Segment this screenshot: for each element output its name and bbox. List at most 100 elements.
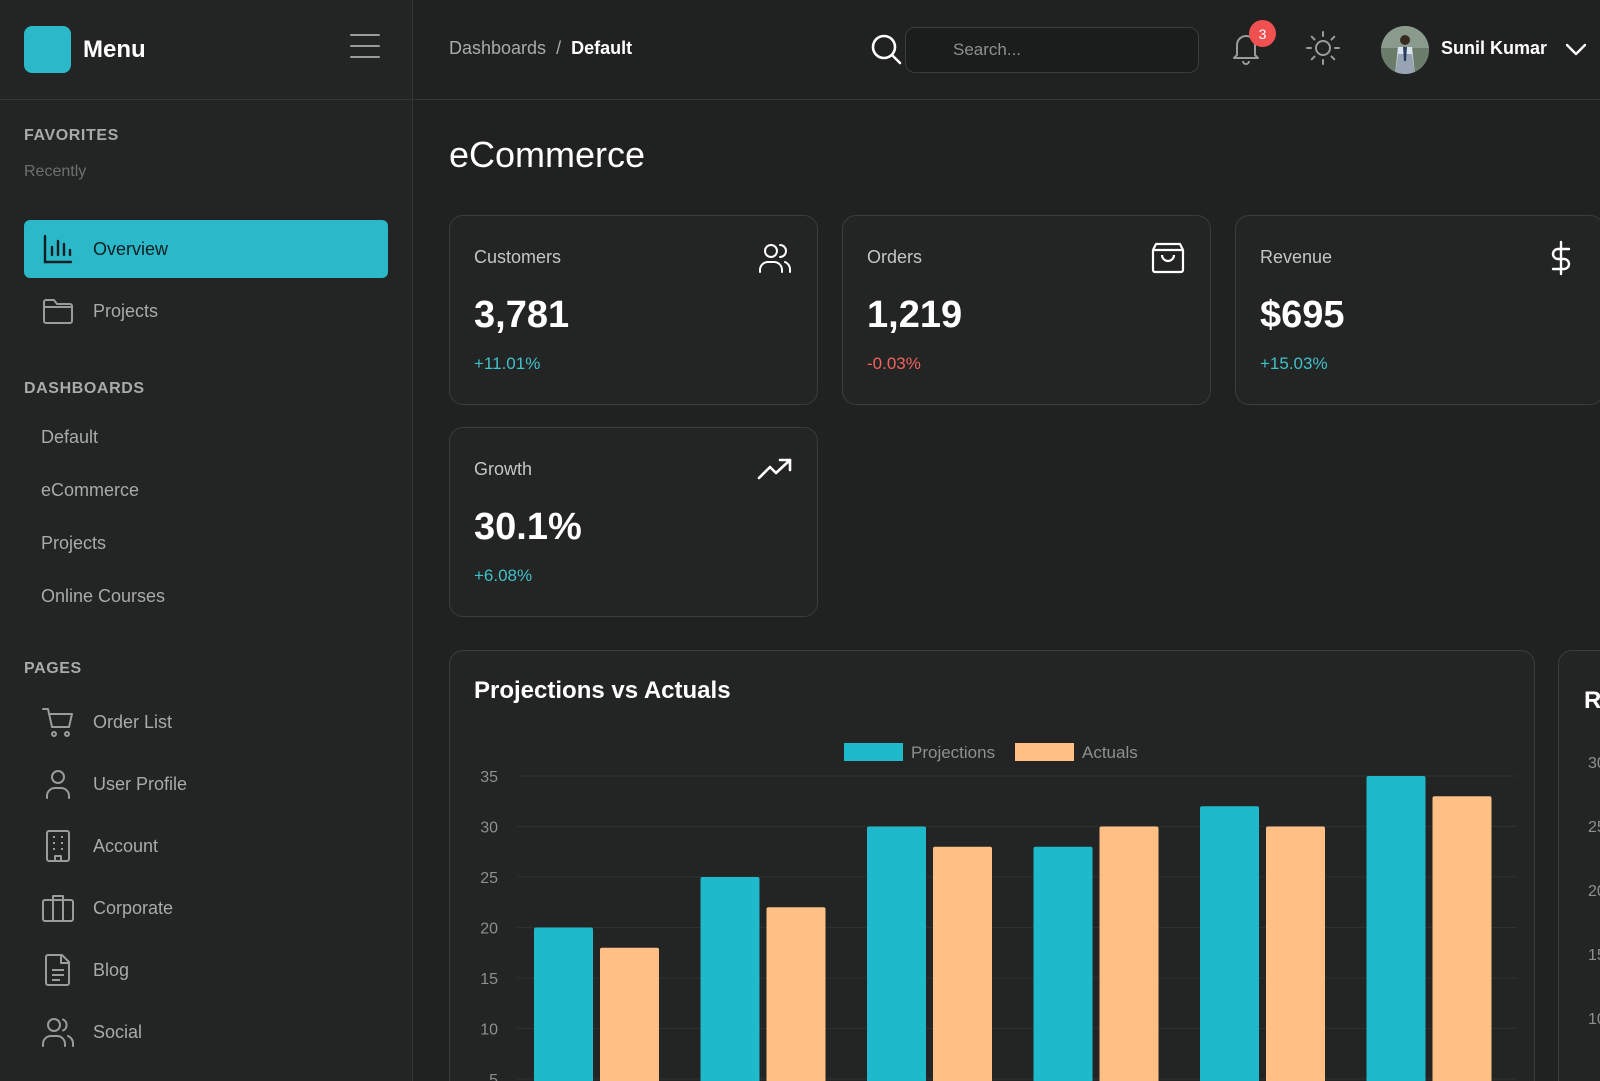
bar-actuals: [600, 947, 659, 1081]
sidebar-item-label: Overview: [93, 238, 169, 259]
sidebar-item-corporate[interactable]: Corporate: [24, 879, 388, 937]
sidebar-item-account[interactable]: Account: [24, 817, 388, 875]
dashboard-link-projects[interactable]: Projects: [41, 533, 106, 554]
y-tick-label: 20: [480, 921, 498, 938]
stat-card-revenue[interactable]: Revenue $695 +15.03%: [1235, 215, 1600, 405]
dashboard-link-default[interactable]: Default: [41, 427, 98, 448]
top-bar: Dashboards / Default 3 Sunil Kumar: [413, 0, 1600, 100]
notification-badge: 3: [1249, 20, 1276, 47]
sidebar-item-user-profile[interactable]: User Profile: [24, 755, 388, 813]
sidebar-item-overview[interactable]: Overview: [24, 220, 388, 278]
stat-card-growth[interactable]: Growth 30.1% +6.08%: [449, 427, 818, 617]
side-chart-tick: 10: [1588, 1011, 1600, 1028]
legend-label-actuals: Actuals: [1082, 743, 1138, 762]
stat-change: +11.01%: [474, 354, 541, 373]
side-chart-tick: 15: [1588, 947, 1600, 964]
stat-change: +15.03%: [1260, 354, 1328, 373]
y-tick-label: 35: [480, 769, 498, 786]
side-chart-tick: 30: [1588, 755, 1600, 772]
y-tick-label: 5: [489, 1072, 498, 1081]
bar-projections: [1200, 806, 1259, 1081]
app-logo[interactable]: [24, 26, 71, 73]
stat-label: Growth: [474, 459, 533, 479]
bar-projections: [1366, 776, 1426, 1081]
legend-swatch-actuals: [1015, 743, 1074, 761]
sidebar-header: Menu: [0, 0, 412, 100]
stat-value: 3,781: [474, 294, 570, 336]
recently-label[interactable]: Recently: [24, 163, 86, 181]
sidebar: Menu FAVORITES Recently Overview Project…: [0, 0, 413, 1081]
bar-actuals: [933, 846, 992, 1081]
y-tick-label: 10: [480, 1022, 498, 1039]
folder-icon: [41, 294, 75, 328]
user-icon: [41, 767, 75, 801]
bar-actuals: [1432, 796, 1492, 1081]
bar-actuals: [766, 907, 826, 1081]
projections-vs-actuals-chart: 35 30 25 20 15 10 5 Projections Actuals: [480, 743, 1516, 1081]
side-chart-card: R 30 25 20 15 10: [1558, 650, 1600, 1081]
sidebar-item-label: Account: [93, 835, 159, 856]
sidebar-item-label: User Profile: [93, 773, 188, 794]
bar-projections: [867, 826, 926, 1081]
stat-value: 1,219: [867, 294, 963, 336]
users-icon: [759, 244, 791, 273]
stat-value: $695: [1260, 294, 1345, 336]
menu-title: Menu: [83, 35, 146, 63]
sidebar-item-projects[interactable]: Projects: [24, 282, 388, 340]
y-tick-label: 30: [480, 820, 498, 837]
pages-label: PAGES: [24, 660, 82, 677]
breadcrumb-current: Default: [571, 38, 633, 58]
building-icon: [41, 829, 75, 863]
dashboard-link-ecommerce[interactable]: eCommerce: [41, 480, 139, 501]
users-icon: [41, 1015, 75, 1049]
sidebar-item-social[interactable]: Social: [24, 1003, 388, 1061]
dollar-icon: [1551, 240, 1571, 276]
search-icon[interactable]: [869, 32, 903, 66]
briefcase-icon: [41, 891, 75, 925]
stat-label: Revenue: [1260, 247, 1333, 267]
shopping-bag-icon: [1151, 242, 1185, 274]
legend-label-projections: Projections: [911, 743, 995, 762]
stat-card-customers[interactable]: Customers 3,781 +11.01%: [449, 215, 818, 405]
legend-swatch-projections: [844, 743, 903, 761]
document-icon: [41, 953, 75, 987]
dashboard-link-online-courses[interactable]: Online Courses: [41, 586, 165, 607]
stat-label: Orders: [867, 247, 923, 267]
chevron-down-icon[interactable]: [1563, 38, 1589, 60]
avatar[interactable]: [1381, 26, 1429, 74]
dashboards-label: DASHBOARDS: [24, 380, 145, 397]
bar-chart-icon: [41, 232, 75, 266]
sidebar-item-label: Projects: [93, 300, 159, 321]
stat-change: +6.08%: [474, 566, 533, 585]
bar-projections: [534, 927, 593, 1081]
stat-change: -0.03%: [867, 354, 921, 373]
side-chart-tick: 20: [1588, 883, 1600, 900]
trending-up-icon: [757, 458, 792, 480]
breadcrumb-parent[interactable]: Dashboards: [449, 38, 546, 58]
breadcrumb: Dashboards / Default: [449, 38, 632, 59]
side-chart-title: R: [1584, 687, 1600, 714]
page-title: eCommerce: [449, 134, 646, 175]
favorites-label: FAVORITES: [24, 127, 119, 144]
sidebar-item-label: Blog: [93, 959, 130, 980]
sidebar-item-label: Corporate: [93, 897, 174, 918]
stat-value: 30.1%: [474, 506, 582, 548]
user-name[interactable]: Sunil Kumar: [1441, 38, 1547, 59]
sidebar-item-order-list[interactable]: Order List: [24, 693, 388, 751]
search-input[interactable]: [905, 27, 1199, 73]
sidebar-item-label: Social: [93, 1021, 143, 1042]
sidebar-item-blog[interactable]: Blog: [24, 941, 388, 999]
side-chart-tick: 25: [1588, 819, 1600, 836]
y-tick-label: 25: [480, 870, 498, 887]
y-tick-label: 15: [480, 971, 498, 988]
stat-card-orders[interactable]: Orders 1,219 -0.03%: [842, 215, 1211, 405]
hamburger-menu-icon[interactable]: [350, 34, 380, 64]
sidebar-item-label: Order List: [93, 711, 173, 732]
bar-actuals: [1099, 826, 1159, 1081]
theme-toggle-sun-icon[interactable]: [1305, 30, 1341, 66]
breadcrumb-separator: /: [556, 38, 562, 58]
bar-actuals: [1266, 826, 1325, 1081]
bar-projections: [700, 877, 760, 1081]
projections-vs-actuals-card: Projections vs Actuals 35 30 25 20 15 10 5 Proj…: [449, 650, 1535, 1081]
bar-projections: [1033, 846, 1093, 1081]
